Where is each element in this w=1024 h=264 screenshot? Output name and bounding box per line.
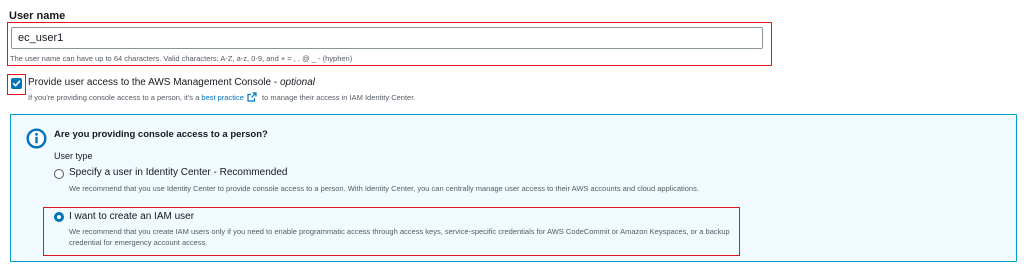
info-icon (26, 128, 47, 149)
username-label: User name (9, 10, 66, 22)
external-link-icon[interactable] (247, 92, 257, 102)
radio-identity-center[interactable] (54, 169, 64, 179)
optional-tag: optional (279, 77, 316, 88)
checkmark-icon (12, 80, 21, 87)
console-access-label[interactable]: Provide user access to the AWS Managemen… (28, 77, 315, 88)
radio-identity-center-label[interactable]: Specify a user in Identity Center - Reco… (69, 167, 287, 178)
console-access-label-text: Provide user access to the AWS Managemen… (28, 77, 280, 88)
radio-iam-user-label[interactable]: I want to create an IAM user (69, 211, 194, 222)
console-access-checkbox[interactable] (11, 78, 22, 89)
username-input[interactable]: ec_user1 (11, 27, 763, 49)
radio-iam-user[interactable] (54, 212, 64, 222)
radio-identity-center-desc: We recommend that you use Identity Cente… (69, 184, 699, 193)
user-type-label: User type (54, 151, 93, 161)
console-access-desc-suffix: to manage their access in IAM Identity C… (259, 92, 416, 102)
info-panel-title: Are you providing console access to a pe… (54, 129, 268, 140)
console-access-desc-prefix: If you're providing console access to a … (28, 92, 202, 102)
username-hint: The user name can have up to 64 characte… (10, 54, 353, 63)
console-access-description: If you're providing console access to a … (28, 92, 415, 102)
radio-iam-user-desc: We recommend that you create IAM users o… (69, 227, 730, 247)
best-practice-link[interactable]: best practice (201, 93, 244, 102)
